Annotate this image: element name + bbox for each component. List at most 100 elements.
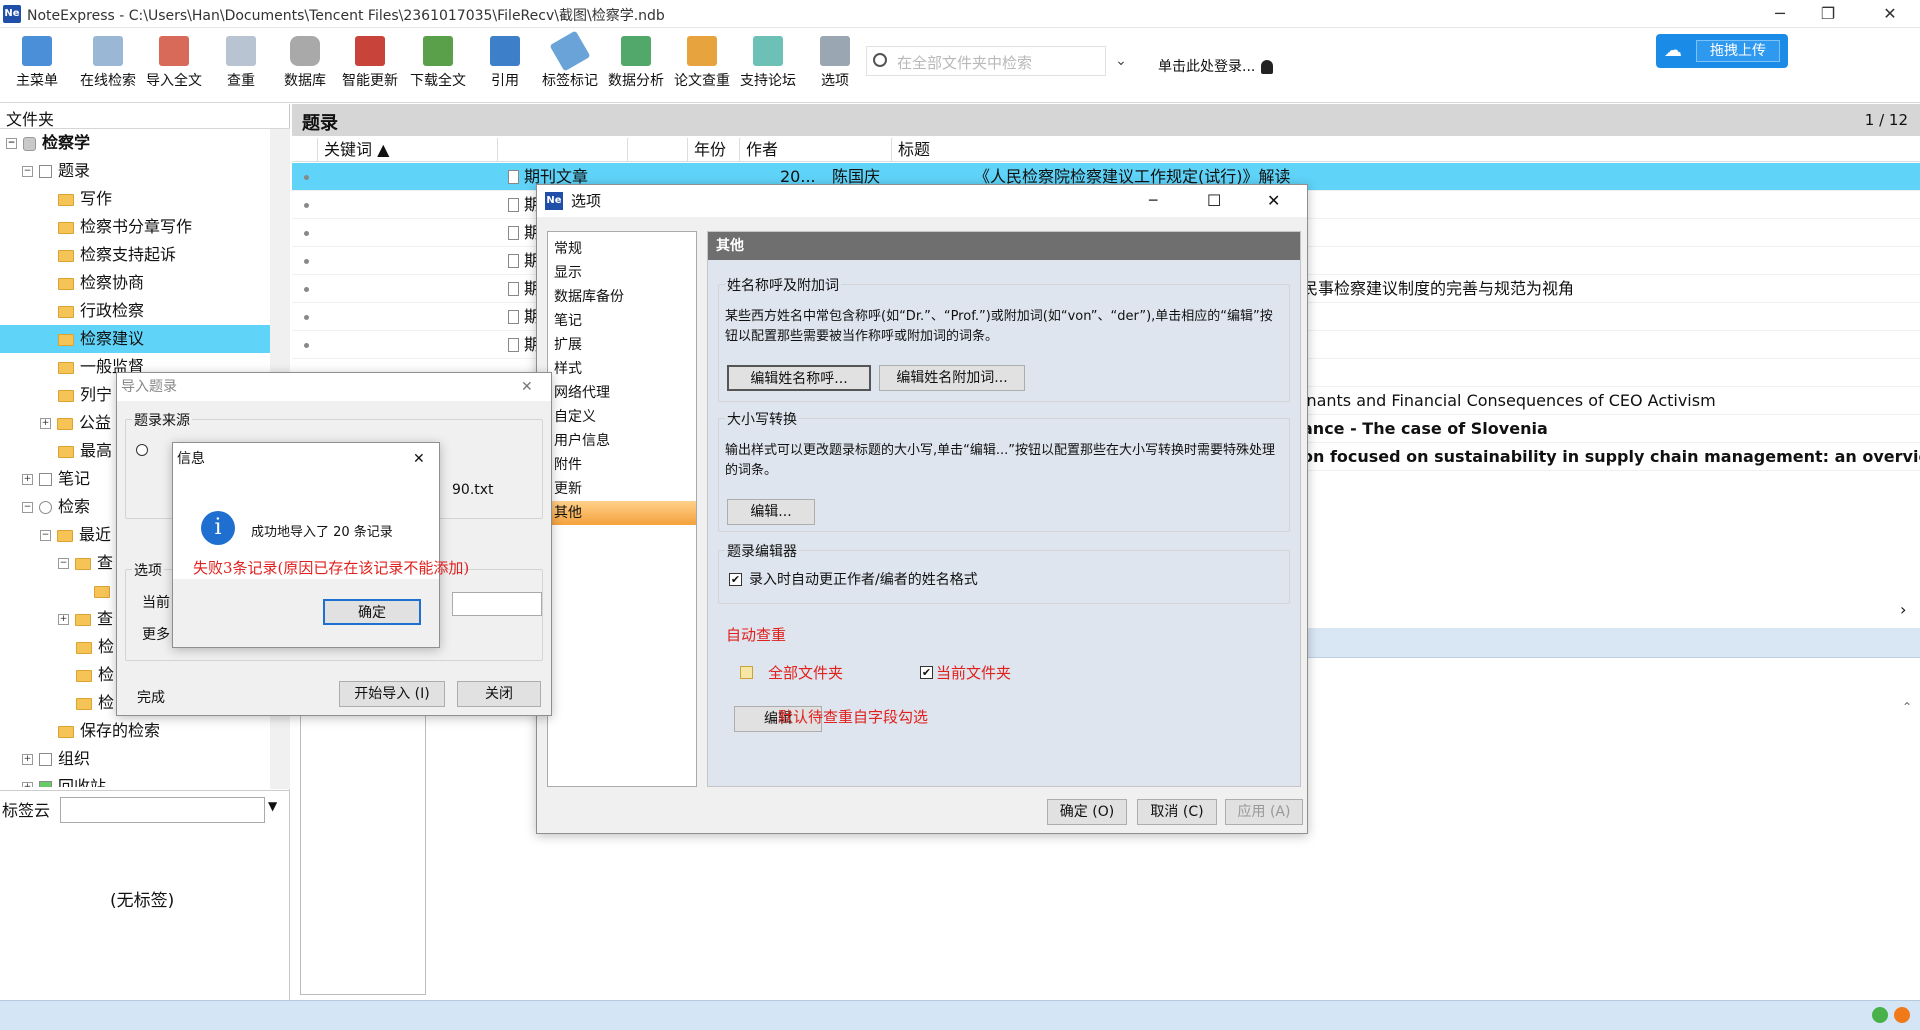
nav-item[interactable]: 用户信息 xyxy=(554,429,690,453)
login-link[interactable]: 单击此处登录... xyxy=(1158,56,1274,76)
main-menu-button[interactable]: 主菜单 xyxy=(16,34,58,98)
database-button[interactable]: 数据库 xyxy=(284,34,326,98)
tag-mark-button[interactable]: 标签标记 xyxy=(542,30,598,98)
all-folders-checkbox[interactable] xyxy=(740,666,753,679)
paper-check-button[interactable]: 论文查重 xyxy=(674,34,730,98)
upload-button[interactable]: ☁ 拖拽上传 xyxy=(1656,34,1788,68)
col-type[interactable] xyxy=(498,138,628,162)
tag-cloud-label: 标签云 xyxy=(2,801,51,820)
online-search-button[interactable]: 在线检索 xyxy=(80,34,136,98)
folder-icon xyxy=(58,361,74,374)
edit-case-button[interactable]: 编辑... xyxy=(727,499,815,525)
close-icon[interactable]: ✕ xyxy=(521,373,533,401)
restore-icon[interactable]: ❐ xyxy=(1800,0,1856,28)
tree-item-folder-selected[interactable]: 检察建议 xyxy=(0,325,270,353)
cancel-button[interactable]: 取消 (C) xyxy=(1137,799,1217,825)
user-icon xyxy=(1261,60,1274,74)
records-title: 题录 xyxy=(302,113,338,134)
minimize-icon[interactable]: ─ xyxy=(1149,185,1157,217)
download-fulltext-button[interactable]: 下载全文 xyxy=(410,34,466,98)
case-description: 输出样式可以更改题录标题的大小写,单击“编辑...”按钮以配置那些在大小写转换时… xyxy=(725,443,1275,478)
nav-item[interactable]: 样式 xyxy=(554,357,690,381)
smart-update-icon xyxy=(355,36,385,66)
nav-item-selected[interactable]: 其他 xyxy=(548,501,696,525)
tree-item-db[interactable]: − 检察学 xyxy=(0,129,270,157)
preview-list xyxy=(300,700,426,995)
close-icon[interactable]: ✕ xyxy=(1862,0,1918,28)
options-nav: 常规 显示 数据库备份 笔记 扩展 样式 网络代理 自定义 用户信息 附件 更新… xyxy=(547,231,697,787)
nav-item[interactable]: 显示 xyxy=(554,261,690,285)
status-alert-icon xyxy=(1894,1007,1910,1023)
maximize-icon[interactable]: ☐ xyxy=(1207,185,1221,217)
tree-item-org[interactable]: + 组织 xyxy=(0,745,270,773)
source-radio[interactable] xyxy=(136,444,148,456)
info-ok-button[interactable]: 确定 xyxy=(323,599,421,625)
dedup-icon xyxy=(226,36,256,66)
more-button[interactable]: 更多 xyxy=(142,624,170,644)
case-group: 大小写转换 输出样式可以更改题录标题的大小写,单击“编辑...”按钮以配置那些在… xyxy=(718,409,1290,532)
database-icon xyxy=(290,36,320,66)
chevron-down-icon[interactable]: ⌄ xyxy=(1108,46,1134,76)
tree-item-folder[interactable]: 检察书分章写作 xyxy=(0,213,270,241)
tree-item-folder[interactable]: 行政检察 xyxy=(0,297,270,325)
search-input[interactable]: 在全部文件夹中检索 xyxy=(866,46,1106,76)
current-folder-checkbox[interactable]: ✔ xyxy=(920,666,933,679)
tree-item-folder[interactable]: 保存的检索 xyxy=(0,717,270,745)
close-import-button[interactable]: 关闭 xyxy=(457,681,541,707)
nav-item[interactable]: 自定义 xyxy=(554,405,690,429)
chevron-down-icon[interactable]: ▼ xyxy=(268,799,277,813)
tree-item-recycle[interactable]: + 回收站 xyxy=(0,773,270,787)
folder-icon xyxy=(58,389,74,402)
nav-item[interactable]: 扩展 xyxy=(554,333,690,357)
no-tags-text: (无标签) xyxy=(110,891,175,911)
tree-item-records[interactable]: − 题录 xyxy=(0,157,270,185)
folder-icon xyxy=(58,249,74,262)
tree-item-folder[interactable]: 检察协商 xyxy=(0,269,270,297)
scroll-right-icon[interactable]: › xyxy=(1900,600,1906,619)
edit-name-title-button[interactable]: 编辑姓名称呼... xyxy=(727,365,871,391)
info-dialog: 信息 ✕ i 成功地导入了 20 条记录 失败3条记录(原因已存在该记录不能添加… xyxy=(172,442,469,648)
support-forum-button[interactable]: 支持论坛 xyxy=(740,34,796,98)
current-select[interactable] xyxy=(452,592,542,616)
import-dialog-titlebar: 导入题录 ✕ xyxy=(117,373,551,401)
dedup-button[interactable]: 查重 xyxy=(226,34,256,98)
document-icon xyxy=(508,310,519,324)
col-author[interactable]: 作者 xyxy=(740,138,892,162)
cite-button[interactable]: 引用 xyxy=(490,34,520,98)
close-icon[interactable]: ✕ xyxy=(1267,185,1280,217)
start-import-button[interactable]: 开始导入 (I) xyxy=(339,681,445,707)
info-message: 成功地导入了 20 条记录 xyxy=(251,525,393,540)
auto-fix-checkbox[interactable]: ✔ xyxy=(729,573,742,586)
data-analysis-button[interactable]: 数据分析 xyxy=(608,34,664,98)
ok-button[interactable]: 确定 (O) xyxy=(1047,799,1127,825)
nav-item[interactable]: 更新 xyxy=(554,477,690,501)
folder-icon xyxy=(75,613,91,626)
col-keyword[interactable]: 关键词 ▲ xyxy=(318,138,498,162)
nav-item[interactable]: 笔记 xyxy=(554,309,690,333)
nav-item[interactable]: 附件 xyxy=(554,453,690,477)
col-year[interactable]: 年份 xyxy=(688,138,740,162)
cite-icon xyxy=(490,36,520,66)
nav-item[interactable]: 网络代理 xyxy=(554,381,690,405)
edit-name-affix-button[interactable]: 编辑姓名附加词... xyxy=(879,365,1025,391)
import-fulltext-button[interactable]: 导入全文 xyxy=(146,34,202,98)
folder-icon xyxy=(57,529,73,542)
col-flag[interactable] xyxy=(628,138,688,162)
auto-fix-label: 录入时自动更正作者/编者的姓名格式 xyxy=(749,572,978,588)
apply-button[interactable]: 应用 (A) xyxy=(1225,799,1303,825)
folder-icon xyxy=(58,277,74,290)
options-button[interactable]: 选项 xyxy=(820,34,850,98)
nav-item[interactable]: 常规 xyxy=(554,237,690,261)
options-icon xyxy=(820,36,850,66)
col-title[interactable]: 标题 xyxy=(892,138,1920,162)
detail-scrollbar[interactable]: ⌃ xyxy=(1896,700,1918,995)
tree-item-folder[interactable]: 写作 xyxy=(0,185,270,213)
close-icon[interactable]: ✕ xyxy=(413,443,425,475)
smart-update-button[interactable]: 智能更新 xyxy=(342,34,398,98)
import-status: 完成 xyxy=(137,690,165,706)
nav-item[interactable]: 数据库备份 xyxy=(554,285,690,309)
tag-input[interactable] xyxy=(60,797,265,823)
tree-item-folder[interactable]: 检察支持起诉 xyxy=(0,241,270,269)
col-status[interactable] xyxy=(292,138,318,162)
tag-cloud-panel: 标签云 ▼ (无标签) xyxy=(0,790,290,1000)
